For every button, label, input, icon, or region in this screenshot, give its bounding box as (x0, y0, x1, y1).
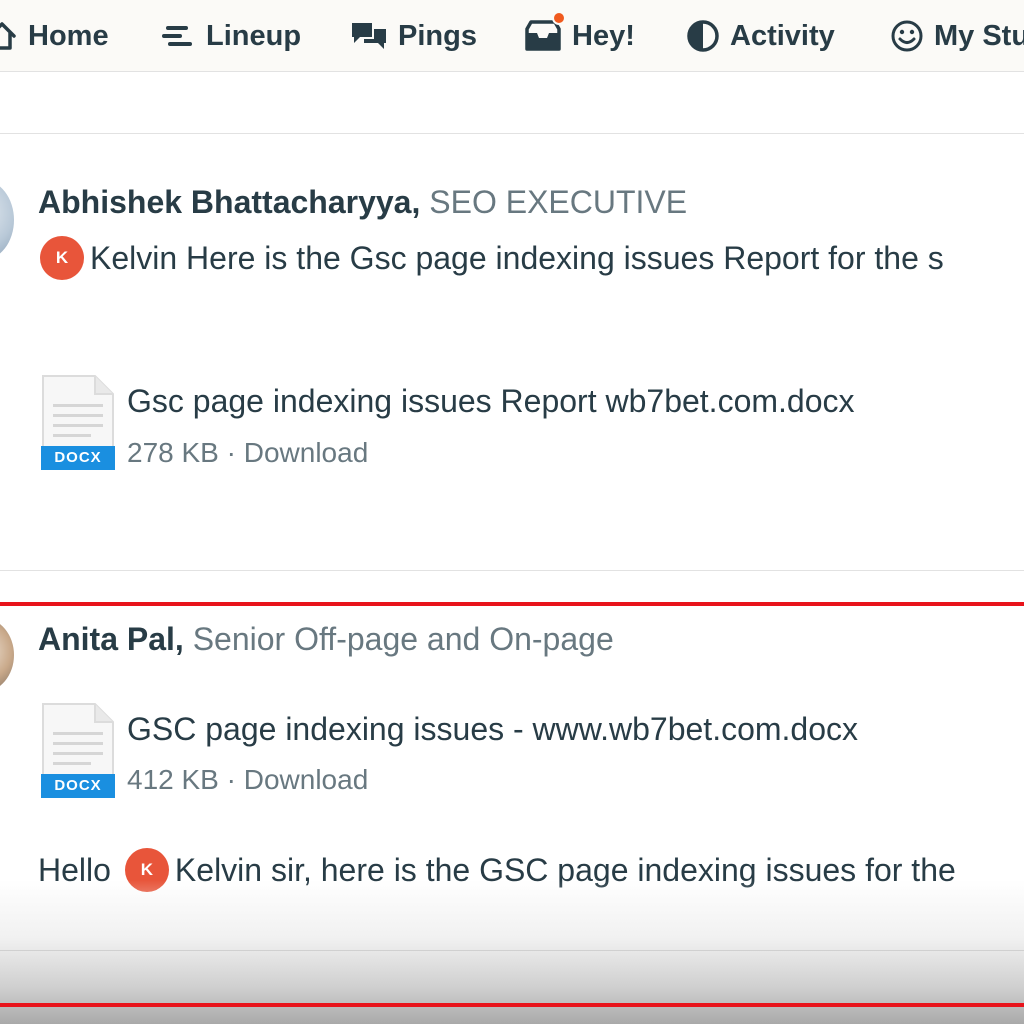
download-link[interactable]: Download (244, 437, 369, 468)
message-body: Kelvin Here is the Gsc page indexing iss… (90, 240, 944, 276)
home-icon (0, 22, 16, 50)
divider (0, 570, 1024, 571)
highlight-line (0, 1003, 1024, 1007)
avatar[interactable] (0, 180, 14, 260)
top-navigation: Home Lineup Pings Hey! Activity My Stu (0, 0, 1024, 72)
file-type-label: DOCX (54, 449, 102, 466)
divider (0, 950, 1024, 951)
nav-home[interactable]: Home (0, 14, 109, 58)
file-name-link[interactable]: GSC page indexing issues - www.wb7bet.co… (127, 709, 858, 749)
file-meta: 278 KB · Download (127, 435, 368, 471)
smiley-icon (891, 20, 923, 52)
author-title: Senior Off-page and On-page (192, 621, 614, 657)
message-author-line: Anita Pal, Senior Off-page and On-page (38, 619, 614, 659)
nav-my-stuff-label: My Stu (934, 19, 1024, 52)
message-author-line: Abhishek Bhattacharyya, SEO EXECUTIVE (38, 182, 687, 222)
divider (0, 133, 1024, 134)
notification-dot (552, 11, 566, 25)
avatar[interactable] (0, 618, 14, 692)
nav-hey[interactable]: Hey! (524, 11, 635, 58)
author-name[interactable]: Abhishek Bhattacharyya, (38, 184, 420, 220)
file-type-label: DOCX (54, 777, 102, 794)
nav-lineup-label: Lineup (206, 19, 302, 52)
author-name[interactable]: Anita Pal, (38, 621, 184, 657)
nav-home-label: Home (28, 19, 109, 52)
file-size: 278 KB (127, 437, 219, 468)
pings-icon (352, 23, 386, 49)
hey-icon-wrap (524, 11, 566, 53)
file-name-link[interactable]: Gsc page indexing issues Report wb7bet.c… (127, 381, 855, 421)
file-meta: 412 KB · Download (127, 762, 368, 798)
nav-lineup[interactable]: Lineup (160, 14, 301, 58)
highlight-line (0, 602, 1024, 606)
lineup-icon (162, 26, 192, 46)
meta-separator: · (226, 437, 236, 468)
meta-separator: · (226, 764, 236, 795)
nav-pings[interactable]: Pings (350, 14, 477, 58)
author-title: SEO EXECUTIVE (429, 184, 688, 220)
download-link[interactable]: Download (244, 764, 369, 795)
docx-file-icon[interactable]: DOCX (41, 374, 115, 470)
nav-my-stuff[interactable]: My Stu (890, 14, 1024, 58)
activity-icon (687, 20, 719, 52)
nav-pings-label: Pings (398, 19, 477, 52)
nav-activity[interactable]: Activity (686, 14, 835, 58)
nav-hey-label: Hey! (572, 19, 635, 52)
mention-avatar[interactable]: K (40, 236, 84, 280)
file-size: 412 KB (127, 764, 219, 795)
docx-file-icon[interactable]: DOCX (41, 702, 115, 798)
nav-activity-label: Activity (730, 19, 835, 52)
message-text: K Kelvin Here is the Gsc page indexing i… (40, 236, 944, 280)
